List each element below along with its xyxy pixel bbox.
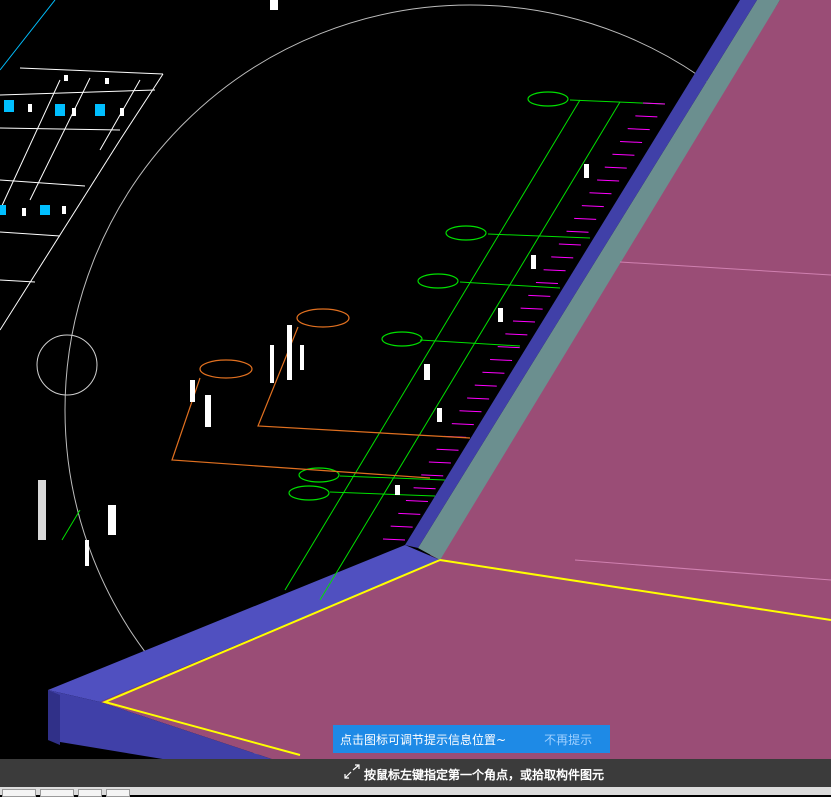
cad-viewport[interactable] — [0, 0, 831, 795]
tick-mark — [459, 410, 482, 413]
tick-mark — [635, 115, 658, 118]
table-cells — [0, 0, 278, 216]
corner-select-icon — [344, 764, 360, 779]
toolbar-button-3[interactable] — [78, 789, 102, 797]
tick-mark — [566, 230, 589, 233]
tick-mark — [642, 102, 666, 105]
tick-mark — [612, 153, 635, 156]
tick-mark — [467, 397, 490, 400]
drawing-canvas[interactable] — [0, 0, 831, 795]
tick-mark — [512, 320, 536, 323]
tick-mark — [405, 500, 428, 503]
tick-mark — [627, 128, 650, 131]
tick-mark — [528, 294, 551, 297]
toolbar-button-2[interactable] — [40, 789, 74, 797]
command-prompt: 按鼠标左键指定第一个角点，或拾取构件图元 — [364, 768, 605, 782]
tick-mark — [451, 423, 474, 426]
tick-mark — [390, 525, 413, 528]
tick-mark — [543, 269, 566, 272]
table-grid — [0, 67, 164, 331]
tick-mark — [597, 179, 620, 182]
tick-mark — [558, 243, 581, 246]
dont-show-again-link[interactable]: 不再提示 — [544, 731, 592, 748]
tick-mark — [574, 217, 597, 220]
tick-mark — [421, 474, 444, 477]
tick-mark — [535, 282, 558, 285]
toolbar-button-1[interactable] — [2, 789, 36, 797]
cyan-line — [0, 0, 56, 71]
hint-tip-bar[interactable]: 点击图标可调节提示信息位置~ 不再提示 — [333, 725, 610, 753]
tick-mark — [398, 512, 421, 515]
tick-mark — [382, 538, 406, 541]
tick-mark — [589, 192, 612, 195]
left-labels — [38, 480, 116, 566]
small-circle — [36, 334, 98, 396]
tick-mark — [520, 307, 543, 310]
tick-mark — [482, 371, 505, 374]
tick-mark — [474, 384, 497, 387]
tick-mark — [581, 205, 604, 208]
tick-mark — [490, 358, 513, 361]
wall-corner — [48, 690, 60, 745]
tick-mark — [505, 333, 528, 336]
tick-mark — [604, 166, 627, 169]
orange-leaders — [171, 308, 471, 479]
toolbar-button-4[interactable] — [106, 789, 130, 797]
tick-mark — [413, 487, 436, 490]
tick-mark — [551, 256, 574, 259]
hint-message[interactable]: 点击图标可调节提示信息位置~ — [340, 731, 506, 748]
tick-mark — [428, 461, 451, 464]
tick-mark — [620, 140, 643, 143]
tick-mark — [497, 346, 520, 349]
tick-mark — [436, 448, 459, 451]
